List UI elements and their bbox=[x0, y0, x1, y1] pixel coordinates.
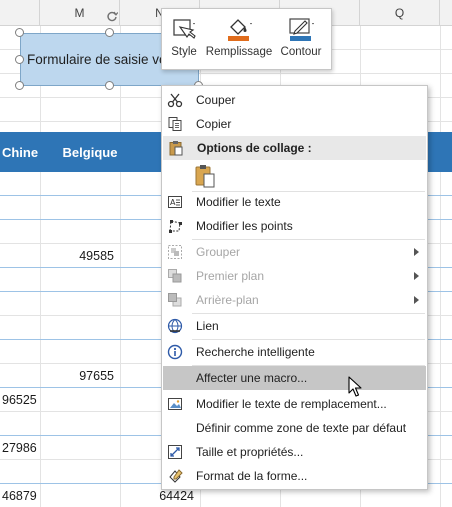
column-letter: Q bbox=[394, 5, 405, 20]
pen-outline-icon bbox=[287, 15, 315, 43]
paste-options-label: Options de collage : bbox=[197, 141, 312, 155]
alt-text-icon bbox=[166, 395, 184, 413]
menu-item-label: Modifier les points bbox=[196, 219, 293, 233]
context-menu: Couper Copier Options de collage : A Mod… bbox=[161, 85, 428, 490]
menu-item-link[interactable]: Lien bbox=[162, 314, 427, 338]
svg-text:A: A bbox=[170, 198, 176, 207]
outline-label: Contour bbox=[280, 46, 322, 58]
style-label: Style bbox=[171, 46, 197, 58]
resize-handle-ml[interactable] bbox=[15, 55, 24, 64]
menu-item-label: Premier plan bbox=[196, 269, 265, 283]
paste-options-header: Options de collage : bbox=[163, 136, 426, 160]
resize-handle-tl[interactable] bbox=[15, 28, 24, 37]
menu-item-label: Grouper bbox=[196, 245, 241, 259]
menu-item-smart-lookup[interactable]: Recherche intelligente bbox=[162, 340, 427, 364]
size-properties-icon bbox=[166, 443, 184, 461]
menu-item-cut[interactable]: Couper bbox=[162, 88, 427, 112]
outline-button[interactable]: Contour bbox=[272, 9, 330, 69]
menu-item-label: Taille et propriétés... bbox=[196, 445, 304, 459]
menu-item-label: Affecter une macro... bbox=[196, 371, 308, 385]
fill-button[interactable]: Remplissage bbox=[206, 9, 272, 69]
table-cell[interactable]: 46879 bbox=[2, 484, 62, 507]
table-cell[interactable]: 96525 bbox=[2, 388, 62, 412]
table-cell[interactable]: 49585 bbox=[40, 244, 120, 268]
style-button[interactable]: Style bbox=[162, 9, 206, 69]
menu-item-format-shape[interactable]: Format de la forme... bbox=[162, 464, 427, 488]
mini-toolbar: Style Remplissage Contour bbox=[161, 8, 332, 70]
table-cell[interactable]: 97655 bbox=[40, 364, 120, 388]
menu-item-edit-text[interactable]: A Modifier le texte bbox=[162, 190, 427, 214]
header-chine[interactable]: Chine bbox=[0, 132, 40, 172]
paste-clipboard-icon bbox=[194, 164, 216, 188]
paste-option-keep-source[interactable] bbox=[162, 162, 427, 190]
format-shape-icon bbox=[166, 467, 184, 485]
resize-handle-bm[interactable] bbox=[105, 81, 114, 90]
rotate-handle-icon[interactable] bbox=[106, 10, 118, 22]
scissors-icon bbox=[166, 91, 184, 109]
menu-item-label: Couper bbox=[196, 93, 236, 107]
menu-item-send-backward[interactable]: Arrière-plan bbox=[162, 288, 427, 312]
edit-points-icon bbox=[166, 217, 184, 235]
bring-forward-icon bbox=[166, 267, 184, 285]
smart-lookup-icon bbox=[166, 343, 184, 361]
menu-item-edit-alt-text[interactable]: Modifier le texte de remplacement... bbox=[162, 392, 427, 416]
mouse-pointer-icon bbox=[348, 376, 362, 397]
menu-item-bring-forward[interactable]: Premier plan bbox=[162, 264, 427, 288]
table-cell[interactable]: 27986 bbox=[2, 436, 62, 460]
menu-item-label: Recherche intelligente bbox=[196, 345, 315, 359]
fill-label: Remplissage bbox=[205, 46, 273, 58]
send-backward-icon bbox=[166, 291, 184, 309]
link-icon bbox=[166, 317, 184, 335]
resize-handle-tm[interactable] bbox=[105, 28, 114, 37]
group-icon bbox=[166, 243, 184, 261]
menu-item-label: Lien bbox=[196, 319, 219, 333]
menu-item-set-default-textbox[interactable]: Définir comme zone de texte par défaut bbox=[162, 416, 427, 440]
menu-item-label: Format de la forme... bbox=[196, 469, 308, 483]
menu-item-group[interactable]: Grouper bbox=[162, 240, 427, 264]
submenu-arrow-icon bbox=[414, 296, 419, 304]
submenu-arrow-icon bbox=[414, 272, 419, 280]
clipboard-icon bbox=[167, 139, 185, 157]
menu-item-assign-macro[interactable]: Affecter une macro... bbox=[163, 366, 426, 390]
menu-item-label: Arrière-plan bbox=[196, 293, 259, 307]
menu-item-size-properties[interactable]: Taille et propriétés... bbox=[162, 440, 427, 464]
menu-item-label: Copier bbox=[196, 117, 232, 131]
copy-icon bbox=[166, 115, 184, 133]
menu-item-label: Modifier le texte bbox=[196, 195, 281, 209]
fill-color-swatch bbox=[228, 36, 249, 41]
outline-color-swatch bbox=[290, 36, 311, 41]
column-header-l[interactable] bbox=[0, 0, 40, 26]
submenu-arrow-icon bbox=[414, 248, 419, 256]
menu-item-edit-points[interactable]: Modifier les points bbox=[162, 214, 427, 238]
resize-handle-bl[interactable] bbox=[15, 81, 24, 90]
header-belgique[interactable]: Belgique bbox=[40, 132, 140, 172]
menu-item-copy[interactable]: Copier bbox=[162, 112, 427, 136]
menu-item-label: Définir comme zone de texte par défaut bbox=[196, 421, 407, 435]
paint-bucket-icon bbox=[225, 15, 253, 43]
shape-style-icon bbox=[171, 15, 197, 43]
column-header-r[interactable] bbox=[440, 0, 452, 26]
column-letter: M bbox=[74, 5, 85, 20]
column-header-q[interactable]: Q bbox=[360, 0, 440, 26]
edit-text-icon: A bbox=[166, 193, 184, 211]
